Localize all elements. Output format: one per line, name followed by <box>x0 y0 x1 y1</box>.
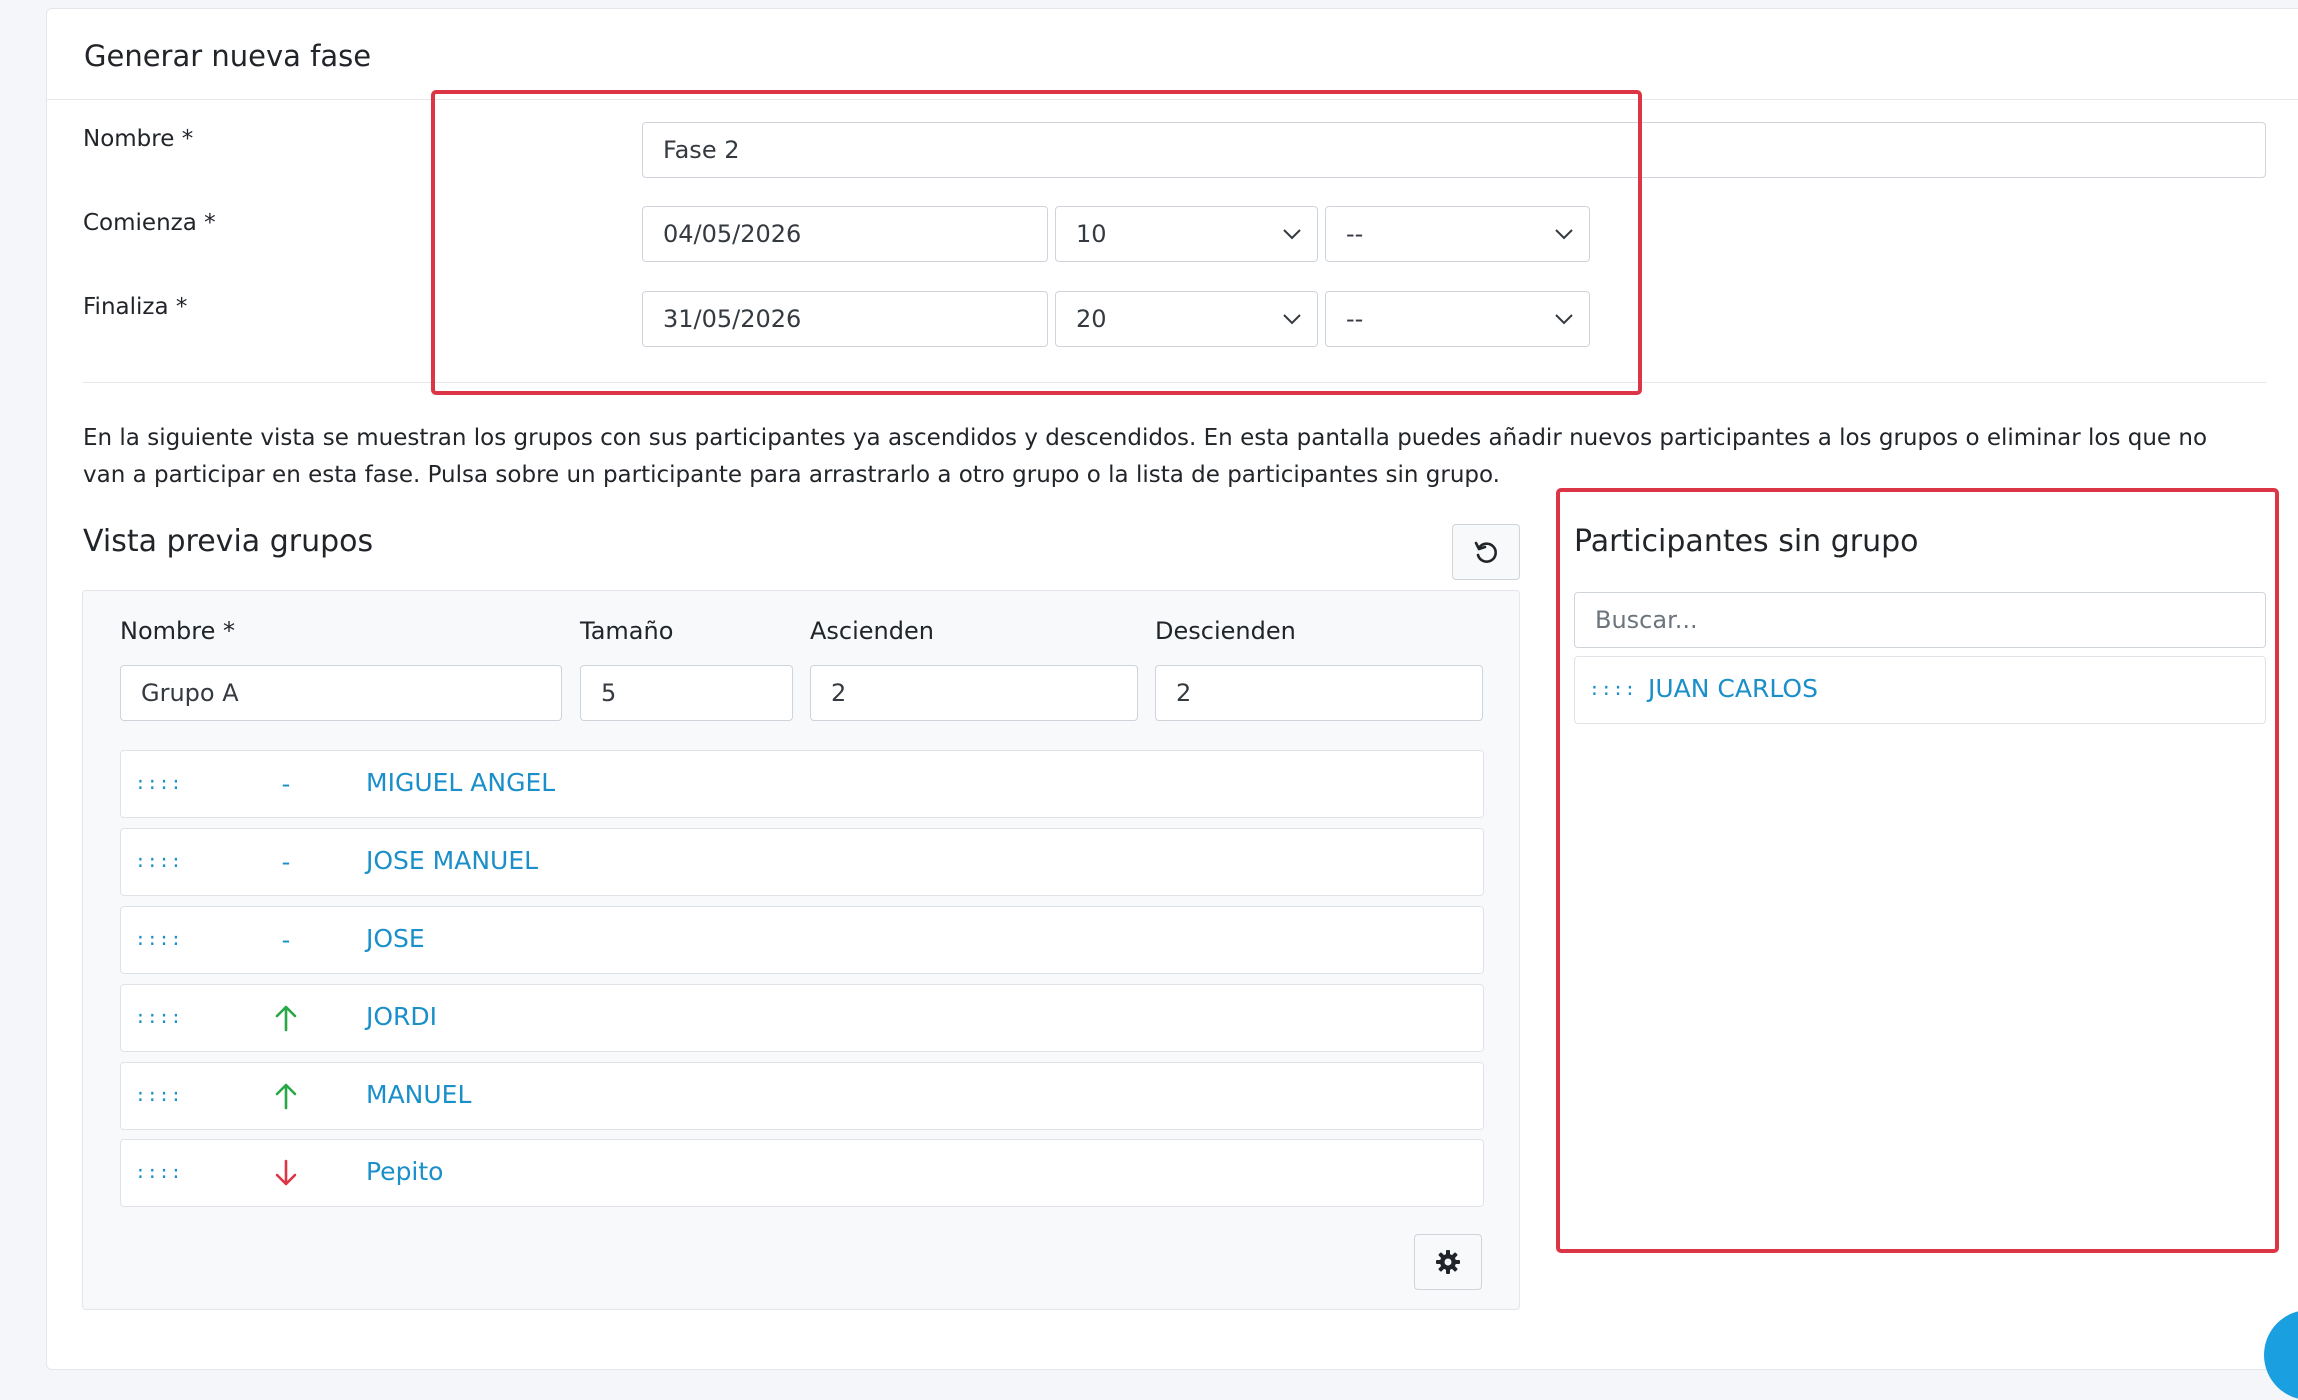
member-name: MIGUEL ANGEL <box>366 768 556 797</box>
member-name: JORDI <box>366 1002 438 1031</box>
member-name: JOSE MANUEL <box>366 846 539 875</box>
member-name: JOSE <box>366 924 425 953</box>
arrow-up-icon <box>271 1001 301 1035</box>
group-promote-label: Ascienden <box>810 617 934 645</box>
group-relegate-label: Descienden <box>1155 617 1296 645</box>
drag-handle-icon[interactable]: :::: <box>135 1164 182 1182</box>
group-relegate-input[interactable]: 2 <box>1155 665 1483 721</box>
drag-handle-icon[interactable]: :::: <box>135 853 182 871</box>
group-member-row[interactable]: :::: JORDI <box>120 984 1484 1052</box>
group-size-input[interactable]: 5 <box>580 665 793 721</box>
group-member-row[interactable]: :::: MANUEL <box>120 1062 1484 1130</box>
reset-button[interactable] <box>1452 524 1520 580</box>
card-header: Generar nueva fase <box>47 9 2298 100</box>
group-name-label: Nombre * <box>120 617 235 645</box>
group-settings-button[interactable] <box>1414 1234 1482 1290</box>
status-dash: - <box>281 770 291 798</box>
preview-title: Vista previa grupos <box>83 524 374 559</box>
highlight-box-dates <box>431 90 1642 395</box>
group-name-input[interactable]: Grupo A <box>120 665 562 721</box>
group-member-row[interactable]: :::: - MIGUEL ANGEL <box>120 750 1484 818</box>
member-name: MANUEL <box>366 1080 472 1109</box>
status-dash: - <box>281 926 291 954</box>
finaliza-label: Finaliza * <box>83 294 188 320</box>
comienza-label: Comienza * <box>83 210 216 236</box>
description-text: En la siguiente vista se muestran los gr… <box>83 425 2208 488</box>
arrow-up-icon <box>271 1079 301 1113</box>
group-size-label: Tamaño <box>580 617 674 645</box>
member-name: Pepito <box>366 1157 444 1186</box>
status-none-icon: - <box>271 845 301 879</box>
drag-handle-icon[interactable]: :::: <box>135 1087 182 1105</box>
gear-icon <box>1436 1250 1460 1274</box>
drag-handle-icon[interactable]: :::: <box>135 775 182 793</box>
group-member-row[interactable]: :::: - JOSE MANUEL <box>120 828 1484 896</box>
status-dash: - <box>281 848 291 876</box>
nombre-label: Nombre * <box>83 126 194 152</box>
undo-icon <box>1474 541 1497 563</box>
drag-handle-icon[interactable]: :::: <box>135 931 182 949</box>
status-none-icon: - <box>271 923 301 957</box>
group-member-row[interactable]: :::: - JOSE <box>120 906 1484 974</box>
arrow-down-icon <box>271 1156 301 1190</box>
drag-handle-icon[interactable]: :::: <box>135 1009 182 1027</box>
highlight-box-unassigned <box>1556 488 2279 1253</box>
group-promote-input[interactable]: 2 <box>810 665 1138 721</box>
card-title: Generar nueva fase <box>84 39 372 73</box>
group-member-row[interactable]: :::: Pepito <box>120 1139 1484 1207</box>
status-none-icon: - <box>271 767 301 801</box>
